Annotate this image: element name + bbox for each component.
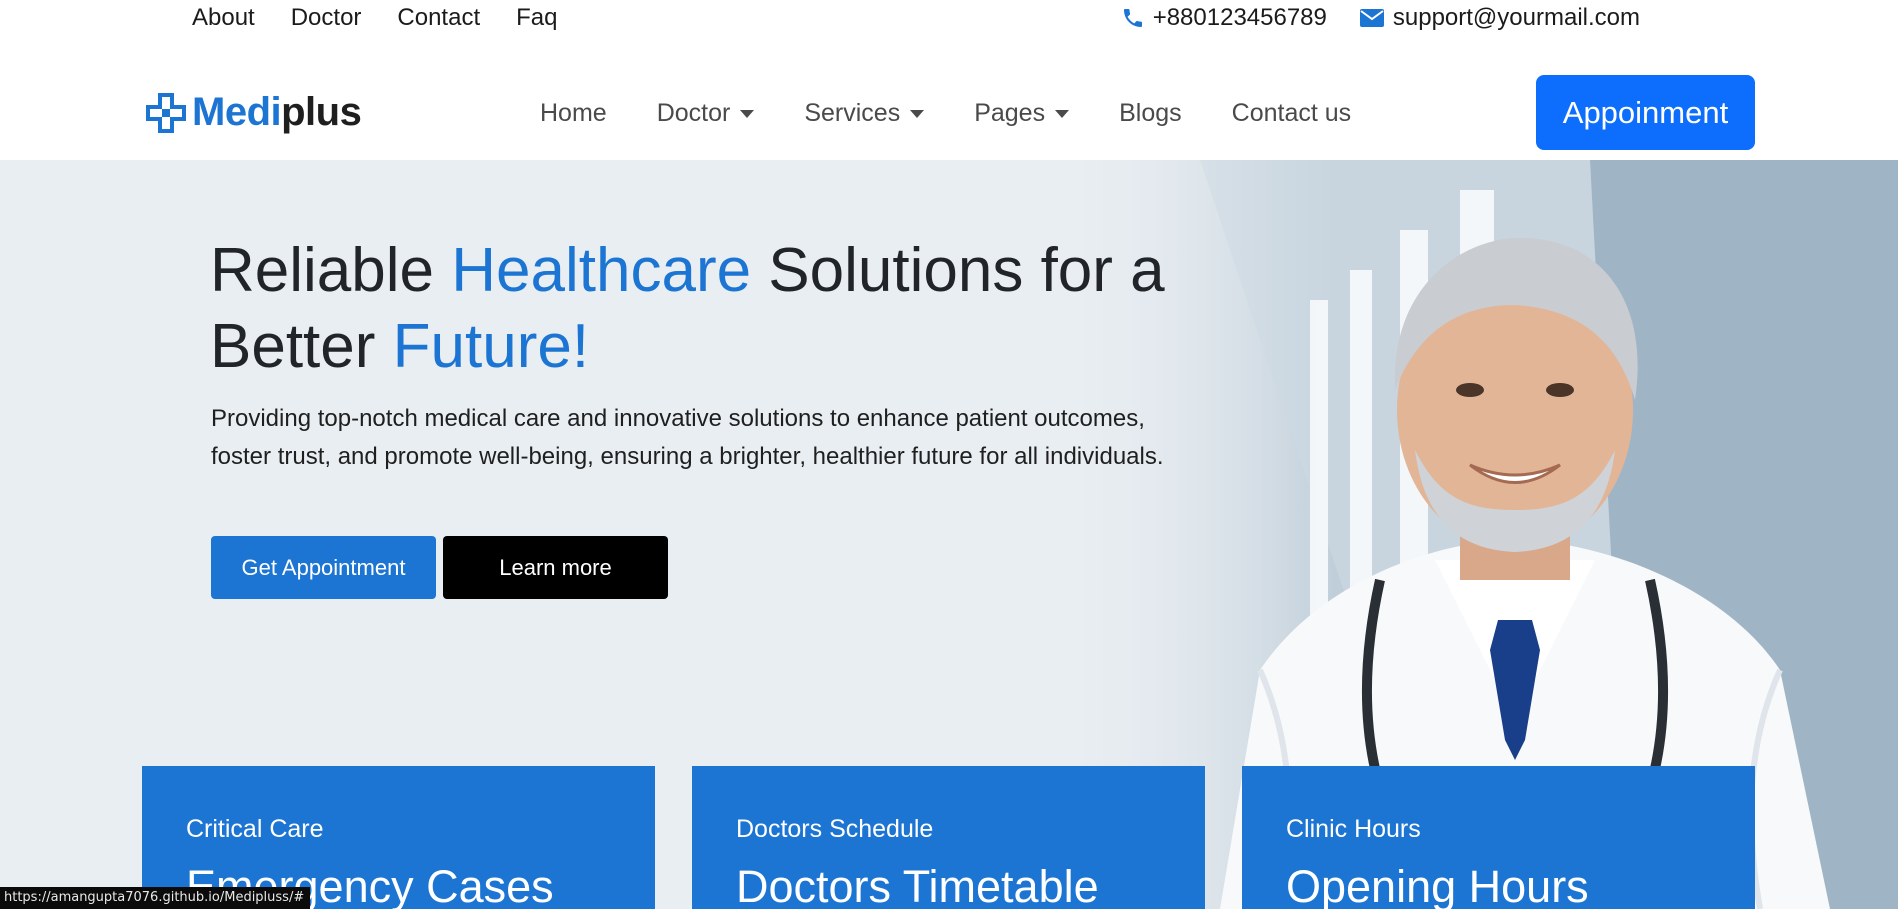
card-doctors-timetable[interactable]: Doctors Schedule Doctors Timetable — [692, 766, 1205, 909]
envelope-icon — [1359, 9, 1384, 27]
nav-contact-us-label: Contact us — [1231, 99, 1352, 127]
top-link-about[interactable]: About — [192, 4, 255, 32]
site-logo[interactable]: Medi plus — [146, 90, 362, 135]
phone-number: +880123456789 — [1152, 4, 1327, 31]
nav-pages[interactable]: Pages — [974, 98, 1070, 128]
card-title: Opening Hours — [1286, 861, 1589, 909]
caret-down-icon — [1055, 110, 1070, 118]
get-appointment-button[interactable]: Get Appointment — [211, 536, 436, 599]
appointment-button[interactable]: Appoinment — [1536, 75, 1755, 150]
top-link-contact[interactable]: Contact — [397, 4, 480, 32]
main-navbar: Medi plus Home Doctor Services Pages Blog… — [0, 52, 1898, 160]
nav-blogs[interactable]: Blogs — [1119, 98, 1182, 128]
nav-doctor[interactable]: Doctor — [657, 98, 755, 128]
phone-item[interactable]: +880123456789 — [1121, 4, 1327, 32]
medical-cross-logo-icon — [146, 92, 186, 133]
nav-home[interactable]: Home — [540, 98, 607, 128]
hero-headline: Reliable Healthcare Solutions for a Bett… — [210, 233, 1210, 385]
headline-accent-text: Future! — [392, 312, 590, 381]
phone-icon — [1123, 9, 1142, 27]
browser-status-bar: https://amangupta7076.github.io/Mediplus… — [0, 887, 311, 909]
nav-home-label: Home — [540, 99, 607, 127]
email-item[interactable]: support@yourmail.com — [1359, 4, 1640, 32]
headline-text: Solutions for a — [751, 236, 1165, 305]
card-title: Doctors Timetable — [736, 861, 1099, 909]
nav-pages-label: Pages — [974, 99, 1046, 127]
top-link-faq[interactable]: Faq — [516, 4, 557, 32]
card-kicker: Clinic Hours — [1286, 815, 1421, 843]
nav-services[interactable]: Services — [804, 98, 925, 128]
nav-doctor-label: Doctor — [656, 99, 731, 127]
learn-more-button[interactable]: Learn more — [443, 536, 668, 599]
nav-blogs-label: Blogs — [1119, 99, 1182, 127]
headline-text: Reliable — [210, 236, 452, 305]
caret-down-icon — [910, 110, 925, 118]
caret-down-icon — [740, 110, 755, 118]
card-kicker: Critical Care — [186, 815, 324, 843]
card-kicker: Doctors Schedule — [736, 815, 934, 843]
nav-menu: Home Doctor Services Pages Blogs Contact… — [540, 98, 1401, 128]
email-address: support@yourmail.com — [1392, 4, 1640, 31]
hero-description: Providing top-notch medical care and inn… — [211, 405, 1164, 470]
card-opening-hours[interactable]: Clinic Hours Opening Hours — [1242, 766, 1755, 909]
top-bar: About Doctor Contact Faq +880123456789 s… — [0, 0, 1898, 38]
logo-text-plus: plus — [281, 90, 362, 134]
nav-contact-us[interactable]: Contact us — [1232, 98, 1352, 128]
hero-section: Reliable Healthcare Solutions for a Bett… — [0, 160, 1898, 909]
logo-text-medi: Medi — [192, 90, 282, 134]
nav-services-label: Services — [804, 99, 901, 127]
top-links: About Doctor Contact Faq — [192, 4, 593, 32]
top-contact: +880123456789 support@yourmail.com — [1089, 4, 1640, 32]
headline-text: Better — [210, 312, 393, 381]
top-link-doctor[interactable]: Doctor — [291, 4, 362, 32]
headline-accent-text: Healthcare — [451, 236, 752, 305]
